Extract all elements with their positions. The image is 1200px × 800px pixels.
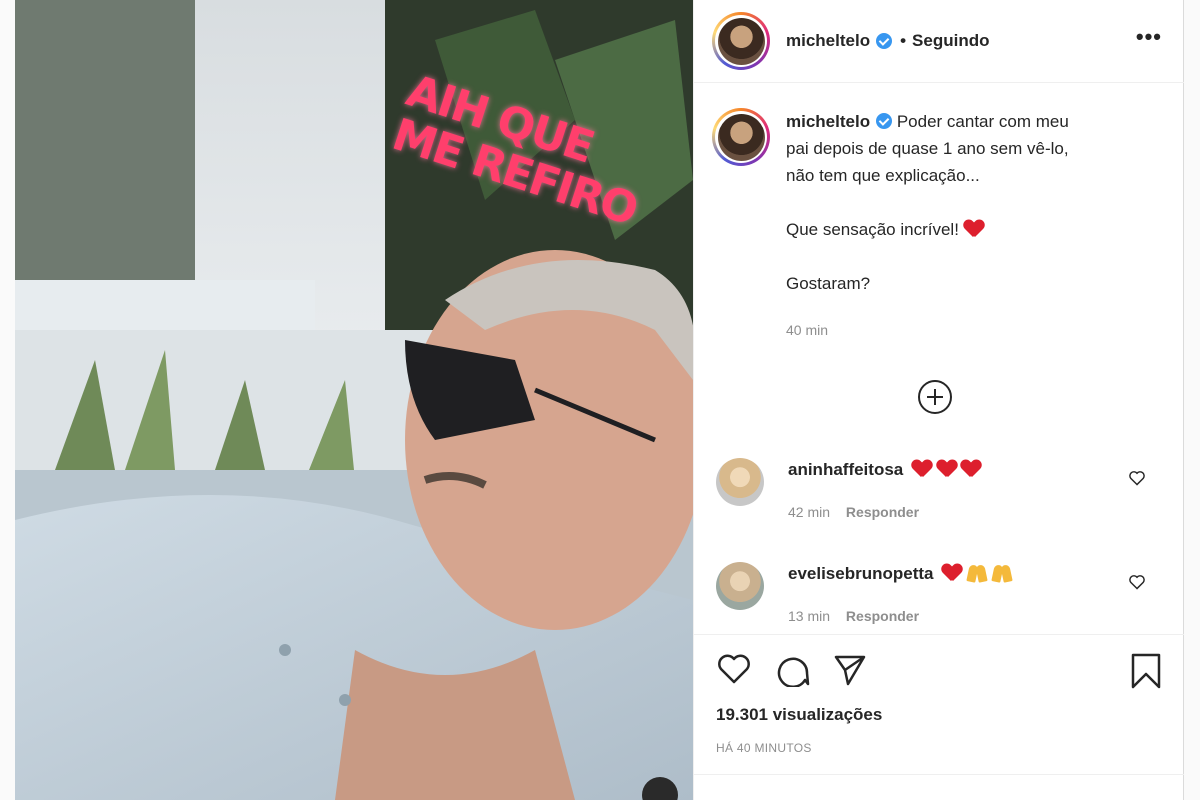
post-actions-section: 19.301 visualizações HÁ 40 MINUTOS bbox=[694, 634, 1184, 800]
folded-hands-emoji-icon bbox=[967, 564, 987, 582]
post-video[interactable]: AIH QUE ME REFIRO bbox=[15, 0, 693, 800]
caption-avatar-photo bbox=[717, 113, 765, 161]
red-heart-emoji-icon bbox=[961, 460, 981, 478]
comment-meta: 42 min Responder bbox=[788, 504, 981, 520]
comment-body: aninhaffeitosa 42 min Responder bbox=[788, 458, 981, 520]
post-timestamp[interactable]: HÁ 40 MINUTOS bbox=[716, 741, 812, 755]
divider bbox=[694, 774, 1184, 775]
bookmark-icon[interactable] bbox=[1130, 653, 1162, 689]
comment-timestamp: 13 min bbox=[788, 608, 831, 624]
post-header: micheltelo • Seguindo ••• bbox=[694, 0, 1184, 83]
view-count[interactable]: 19.301 visualizações bbox=[716, 705, 882, 725]
red-heart-emoji-icon bbox=[964, 220, 984, 238]
red-heart-emoji-icon bbox=[942, 564, 962, 582]
caption-line-1: micheltelo Poder cantar com meu bbox=[786, 108, 1156, 135]
separator-dot: • bbox=[900, 31, 907, 50]
author-info: micheltelo • Seguindo bbox=[786, 31, 990, 51]
more-icon: ••• bbox=[1135, 24, 1162, 49]
verified-badge-icon bbox=[876, 113, 893, 129]
author-username[interactable]: micheltelo bbox=[786, 31, 870, 51]
comment-text: aninhaffeitosa bbox=[788, 458, 981, 482]
page-margin bbox=[1184, 0, 1200, 800]
comment-text: evelisebrunopetta bbox=[788, 562, 1012, 586]
avatar-photo bbox=[717, 17, 765, 65]
author-avatar[interactable] bbox=[712, 12, 770, 70]
caption-line-5: Gostaram? bbox=[786, 274, 871, 293]
comment-body: evelisebrunopetta 13 min Responder bbox=[788, 562, 1012, 624]
verified-badge-icon bbox=[876, 33, 893, 49]
red-heart-emoji-icon bbox=[912, 460, 932, 478]
caption-avatar[interactable] bbox=[712, 108, 770, 166]
caption-timestamp: 40 min bbox=[786, 322, 829, 338]
commenter-avatar[interactable] bbox=[716, 458, 764, 506]
caption-gap bbox=[786, 189, 1156, 216]
post-side-panel: micheltelo • Seguindo ••• micheltelo Pod… bbox=[693, 0, 1184, 800]
caption-gap bbox=[786, 243, 1156, 270]
comment-like-heart-icon[interactable] bbox=[1128, 574, 1146, 590]
comment-icon[interactable] bbox=[774, 653, 810, 687]
video-frame-illustration bbox=[15, 0, 693, 800]
reply-button[interactable]: Responder bbox=[846, 608, 919, 624]
folded-hands-emoji-icon bbox=[992, 564, 1012, 582]
caption-line-4: Que sensação incrível! bbox=[786, 216, 1156, 243]
share-icon[interactable] bbox=[832, 653, 868, 687]
caption-text: micheltelo Poder cantar com meu pai depo… bbox=[786, 108, 1156, 344]
more-options-button[interactable]: ••• bbox=[1136, 24, 1162, 50]
comment-timestamp: 42 min bbox=[788, 504, 831, 520]
comment-item: evelisebrunopetta 13 min Responder bbox=[716, 562, 1176, 624]
comment-like-heart-icon[interactable] bbox=[1128, 470, 1146, 486]
caption-line-2: pai depois de quase 1 ano sem vê-lo, bbox=[786, 139, 1069, 158]
following-button[interactable]: Seguindo bbox=[912, 31, 989, 51]
caption-line-4-text: Que sensação incrível! bbox=[786, 220, 959, 239]
commenter-username[interactable]: aninhaffeitosa bbox=[788, 460, 903, 479]
comment-item: aninhaffeitosa 42 min Responder bbox=[716, 458, 1176, 520]
commenter-avatar[interactable] bbox=[716, 562, 764, 610]
post-caption: micheltelo Poder cantar com meu pai depo… bbox=[712, 108, 1172, 344]
page-frame: AIH QUE ME REFIRO micheltelo • Seguindo … bbox=[0, 0, 1200, 800]
commenter-username[interactable]: evelisebrunopetta bbox=[788, 564, 934, 583]
caption-line-3: não tem que explicação... bbox=[786, 166, 980, 185]
like-heart-icon[interactable] bbox=[716, 653, 752, 685]
caption-line-1-text: Poder cantar com meu bbox=[896, 112, 1069, 131]
caption-username[interactable]: micheltelo bbox=[786, 112, 870, 131]
comment-meta: 13 min Responder bbox=[788, 608, 1012, 624]
reply-button[interactable]: Responder bbox=[846, 504, 919, 520]
red-heart-emoji-icon bbox=[937, 460, 957, 478]
load-more-comments-button[interactable] bbox=[918, 380, 952, 414]
